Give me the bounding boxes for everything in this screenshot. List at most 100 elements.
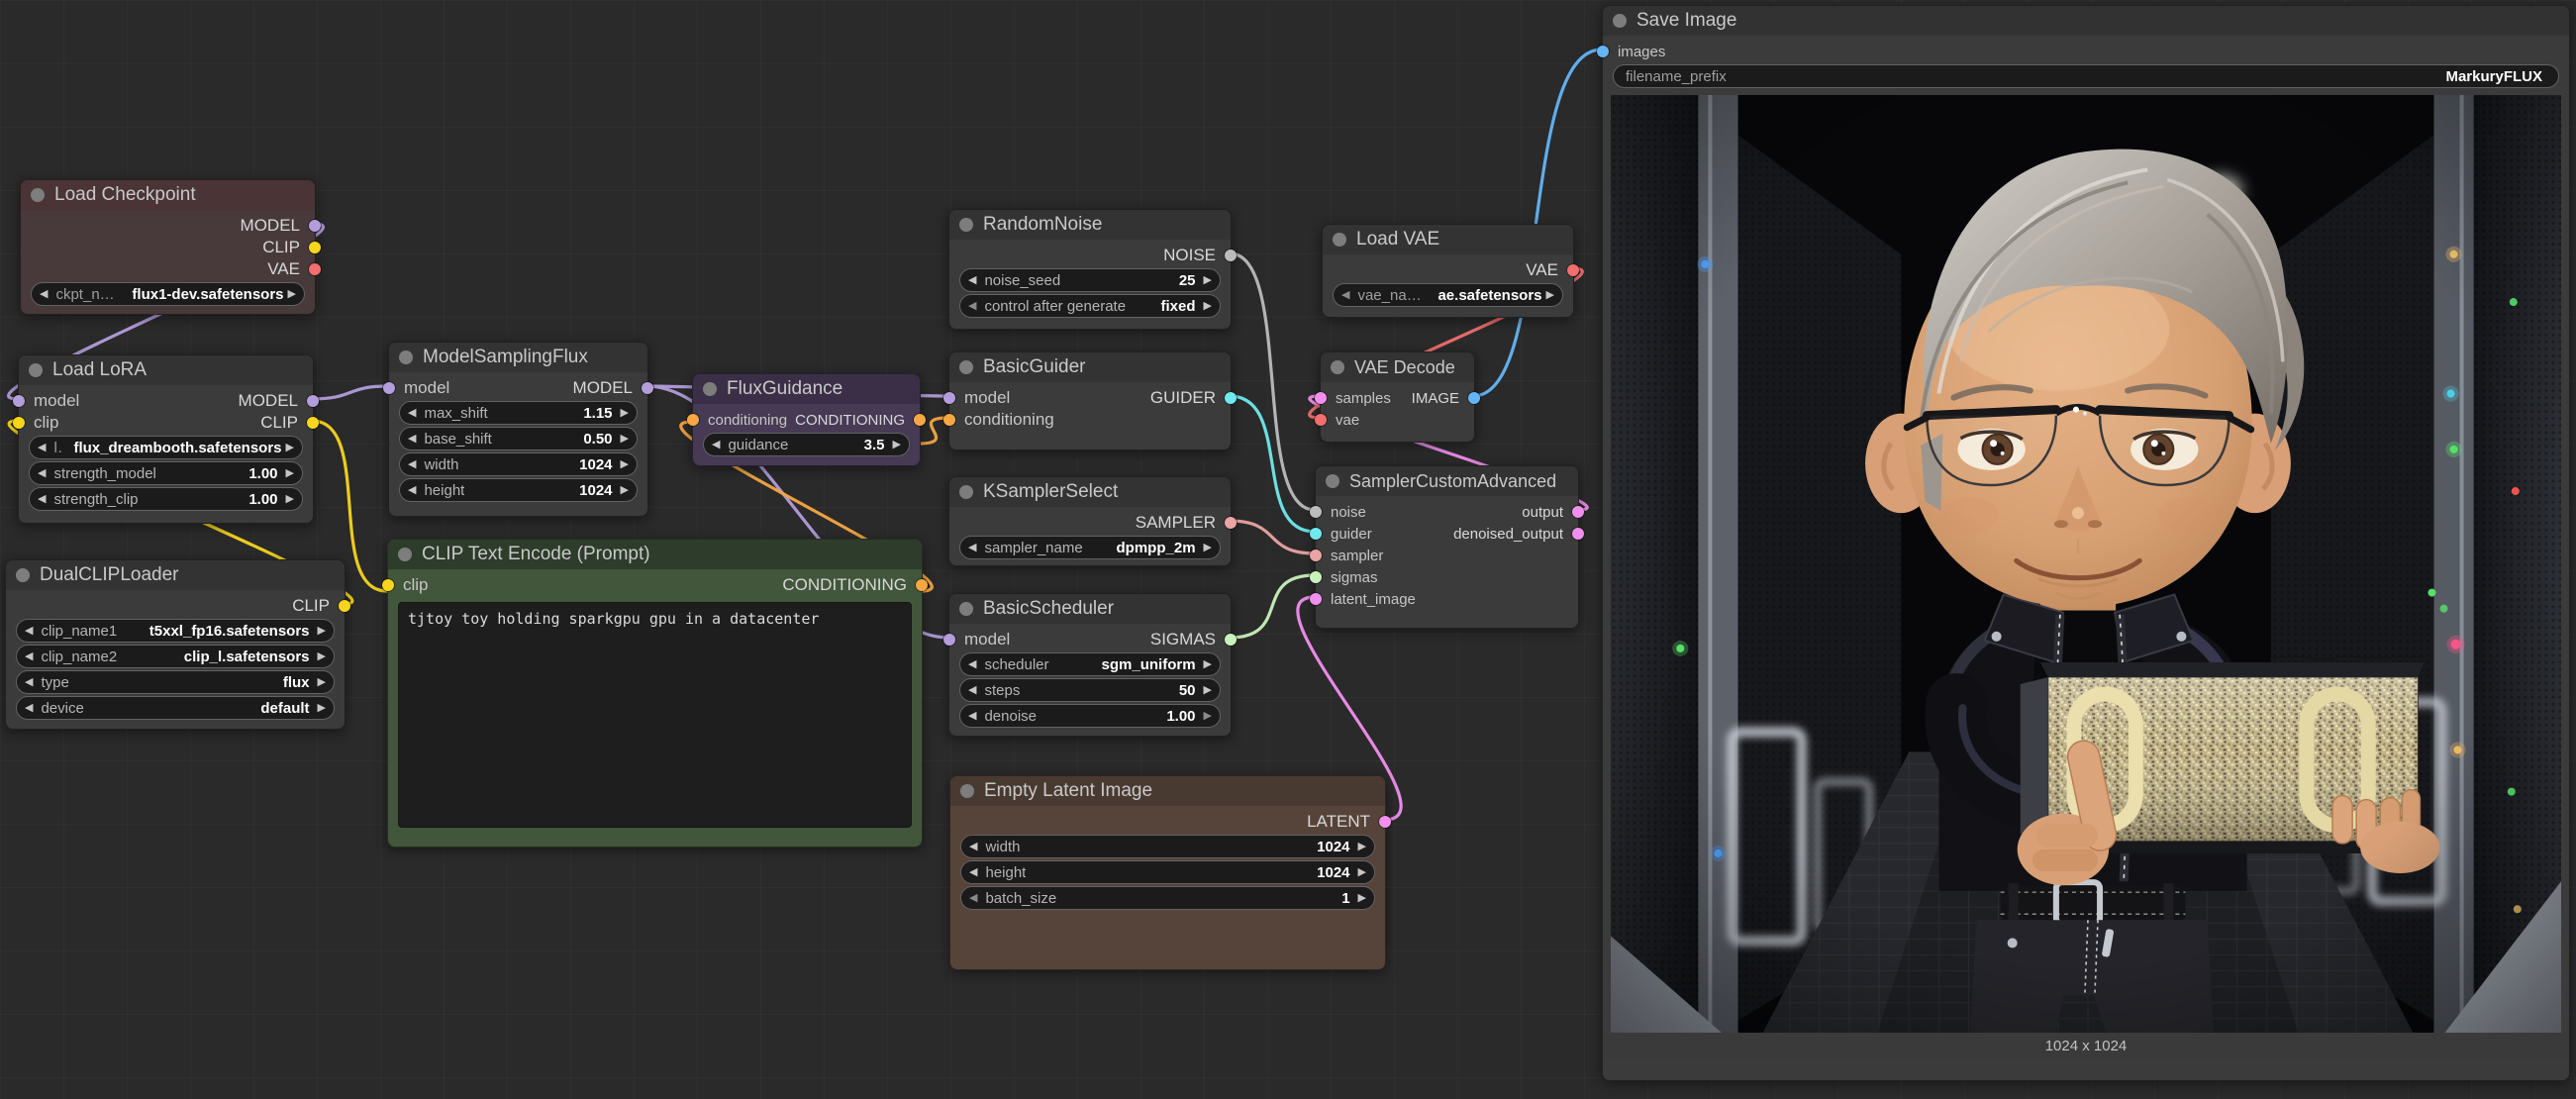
prompt-textarea[interactable]: tjtoy toy holding sparkgpu gpu in a data… xyxy=(398,602,912,828)
output-port-clip[interactable] xyxy=(307,417,319,429)
arrow-left-icon[interactable]: ◀ xyxy=(969,867,977,878)
node-header[interactable]: CLIP Text Encode (Prompt) xyxy=(388,540,922,569)
node-header[interactable]: Save Image xyxy=(1603,6,2569,36)
arrow-left-icon[interactable]: ◀ xyxy=(38,443,46,453)
input-port-latent-image[interactable] xyxy=(1310,593,1322,605)
node-clip-text-encode[interactable]: CLIP Text Encode (Prompt) clip CONDITION… xyxy=(387,539,923,848)
widget-vae-name[interactable]: ◀ vae_name ae.safetensors ▶ xyxy=(1333,283,1563,307)
comfyui-canvas[interactable]: { "icons": {"arrow_left": "◀", "arrow_ri… xyxy=(0,0,2576,1099)
arrow-right-icon[interactable]: ▶ xyxy=(318,626,326,637)
arrow-right-icon[interactable]: ▶ xyxy=(318,703,326,714)
arrow-left-icon[interactable]: ◀ xyxy=(1341,290,1349,301)
node-dual-clip-loader[interactable]: DualCLIPLoader CLIP ◀ clip_name1 t5xxl_f… xyxy=(5,559,346,730)
arrow-right-icon[interactable]: ▶ xyxy=(621,459,629,470)
arrow-right-icon[interactable]: ▶ xyxy=(318,651,326,662)
input-port-model[interactable] xyxy=(383,382,395,394)
node-ksampler-select[interactable]: KSamplerSelect SAMPLER ◀ sampler_name dp… xyxy=(948,476,1232,566)
arrow-left-icon[interactable]: ◀ xyxy=(25,651,33,662)
arrow-right-icon[interactable]: ▶ xyxy=(286,494,294,505)
collapse-dot-icon[interactable] xyxy=(31,188,45,202)
collapse-dot-icon[interactable] xyxy=(399,350,413,364)
input-port-clip[interactable] xyxy=(13,417,25,429)
output-port-output[interactable] xyxy=(1572,506,1584,518)
arrow-left-icon[interactable]: ◀ xyxy=(968,711,976,722)
widget-width[interactable]: ◀ width 1024 ▶ xyxy=(399,452,638,476)
input-port-sigmas[interactable] xyxy=(1310,571,1322,583)
output-port-sigmas[interactable] xyxy=(1225,634,1237,646)
output-port-model[interactable] xyxy=(307,395,319,407)
node-sampler-custom-advanced[interactable]: SamplerCustomAdvanced noise output guide… xyxy=(1315,465,1579,629)
arrow-right-icon[interactable]: ▶ xyxy=(1204,301,1212,312)
arrow-right-icon[interactable]: ▶ xyxy=(318,677,326,688)
node-header[interactable]: KSamplerSelect xyxy=(949,477,1231,507)
output-port-noise[interactable] xyxy=(1225,250,1237,261)
arrow-left-icon[interactable]: ◀ xyxy=(712,440,720,450)
collapse-dot-icon[interactable] xyxy=(703,382,717,396)
output-port-sampler[interactable] xyxy=(1225,517,1237,529)
arrow-left-icon[interactable]: ◀ xyxy=(968,301,976,312)
node-header[interactable]: FluxGuidance xyxy=(693,374,920,404)
widget-device[interactable]: ◀ device default ▶ xyxy=(16,696,335,720)
node-header[interactable]: Empty Latent Image xyxy=(950,776,1385,806)
node-header[interactable]: DualCLIPLoader xyxy=(6,560,345,590)
arrow-right-icon[interactable]: ▶ xyxy=(621,434,629,445)
collapse-dot-icon[interactable] xyxy=(1613,14,1627,28)
node-load-checkpoint[interactable]: Load Checkpoint MODEL CLIP VAE ◀ ckpt_na… xyxy=(20,179,316,315)
widget-type[interactable]: ◀ type flux ▶ xyxy=(16,670,335,694)
widget-batch-size[interactable]: ◀ batch_size 1 ▶ xyxy=(960,886,1375,910)
arrow-right-icon[interactable]: ▶ xyxy=(1546,290,1554,301)
arrow-left-icon[interactable]: ◀ xyxy=(40,289,48,300)
node-header[interactable]: VAE Decode xyxy=(1321,352,1474,382)
widget-sampler-name[interactable]: ◀ sampler_name dpmpp_2m ▶ xyxy=(959,536,1221,559)
arrow-left-icon[interactable]: ◀ xyxy=(968,543,976,553)
arrow-right-icon[interactable]: ▶ xyxy=(893,440,901,450)
widget-filename-prefix[interactable]: filename_prefix MarkuryFLUX xyxy=(1613,64,2559,88)
widget-strength-model[interactable]: ◀ strength_model 1.00 ▶ xyxy=(29,461,303,485)
input-port-guider[interactable] xyxy=(1310,528,1322,540)
widget-max-shift[interactable]: ◀ max_shift 1.15 ▶ xyxy=(399,401,638,425)
widget-guidance[interactable]: ◀ guidance 3.5 ▶ xyxy=(703,433,910,456)
image-preview[interactable] xyxy=(1611,95,2561,1057)
collapse-dot-icon[interactable] xyxy=(1333,233,1346,247)
arrow-right-icon[interactable]: ▶ xyxy=(1204,543,1212,553)
widget-denoise[interactable]: ◀ denoise 1.00 ▶ xyxy=(959,704,1221,728)
input-port-conditioning[interactable] xyxy=(943,414,955,426)
arrow-right-icon[interactable]: ▶ xyxy=(1204,685,1212,696)
collapse-dot-icon[interactable] xyxy=(959,602,973,616)
arrow-left-icon[interactable]: ◀ xyxy=(38,494,46,505)
arrow-left-icon[interactable]: ◀ xyxy=(968,685,976,696)
arrow-right-icon[interactable]: ▶ xyxy=(1204,275,1212,286)
input-port-conditioning[interactable] xyxy=(687,414,699,426)
arrow-left-icon[interactable]: ◀ xyxy=(408,434,416,445)
collapse-dot-icon[interactable] xyxy=(1326,474,1339,488)
arrow-right-icon[interactable]: ▶ xyxy=(621,408,629,419)
input-port-model[interactable] xyxy=(13,395,25,407)
node-load-lora[interactable]: Load LoRA model MODEL clip CLIP ◀ lor ..… xyxy=(18,354,314,524)
arrow-left-icon[interactable]: ◀ xyxy=(25,703,33,714)
output-port-clip[interactable] xyxy=(309,242,321,253)
collapse-dot-icon[interactable] xyxy=(959,360,973,374)
output-port-clip[interactable] xyxy=(339,600,350,612)
widget-clip-name1[interactable]: ◀ clip_name1 t5xxl_fp16.safetensors ▶ xyxy=(16,619,335,643)
node-vae-decode[interactable]: VAE Decode samples IMAGE vae xyxy=(1320,351,1475,443)
input-port-model[interactable] xyxy=(943,634,955,646)
widget-base-shift[interactable]: ◀ base_shift 0.50 ▶ xyxy=(399,427,638,450)
arrow-right-icon[interactable]: ▶ xyxy=(1358,893,1366,904)
input-port-samples[interactable] xyxy=(1315,392,1327,404)
collapse-dot-icon[interactable] xyxy=(959,485,973,499)
arrow-left-icon[interactable]: ◀ xyxy=(969,893,977,904)
arrow-right-icon[interactable]: ▶ xyxy=(1204,711,1212,722)
output-port-vae[interactable] xyxy=(309,263,321,275)
node-header[interactable]: BasicScheduler xyxy=(949,594,1231,624)
widget-strength-clip[interactable]: ◀ strength_clip 1.00 ▶ xyxy=(29,487,303,511)
output-port-image[interactable] xyxy=(1468,392,1480,404)
arrow-left-icon[interactable]: ◀ xyxy=(968,659,976,670)
node-empty-latent-image[interactable]: Empty Latent Image LATENT ◀ width 1024 ▶… xyxy=(949,775,1386,970)
collapse-dot-icon[interactable] xyxy=(1331,360,1344,374)
widget-width[interactable]: ◀ width 1024 ▶ xyxy=(960,835,1375,858)
node-random-noise[interactable]: RandomNoise NOISE ◀ noise_seed 25 ▶ ◀ co… xyxy=(948,209,1232,330)
node-header[interactable]: BasicGuider xyxy=(949,352,1231,382)
output-port-denoised-output[interactable] xyxy=(1572,528,1584,540)
node-save-image[interactable]: Save Image images filename_prefix Markur… xyxy=(1602,5,2570,1081)
input-port-model[interactable] xyxy=(943,392,955,404)
